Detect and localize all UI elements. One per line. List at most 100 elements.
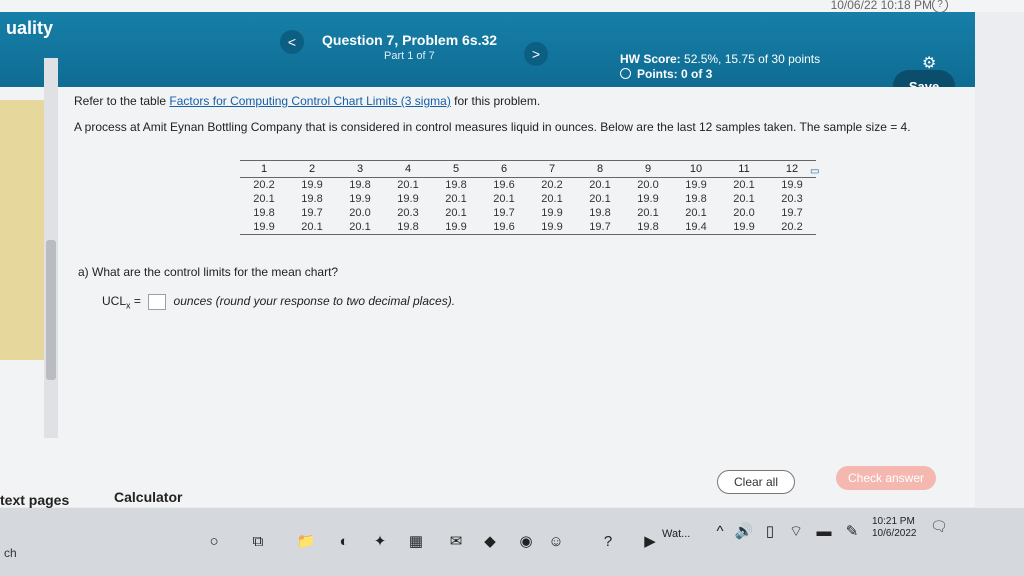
- table-cell: 19.9: [397, 193, 419, 205]
- table-cell: 20.1: [397, 179, 419, 191]
- table-cell: 20.1: [445, 207, 467, 219]
- table-cell: 20.3: [781, 193, 803, 205]
- table-cell: 20.1: [336, 220, 384, 235]
- ucl-label: UCL: [102, 294, 127, 309]
- problem-text: A process at Amit Eynan Bottling Company…: [74, 120, 911, 134]
- question-part: Part 1 of 7: [384, 50, 435, 62]
- edge-browser-icon[interactable]: ◐: [334, 532, 354, 552]
- table-cell: 19.8: [589, 207, 611, 219]
- chrome-icon[interactable]: ◉: [516, 532, 536, 552]
- intro-prefix: Refer to the table: [74, 94, 170, 108]
- check-answer-button[interactable]: Check answer: [836, 466, 936, 490]
- taskbar-time[interactable]: 10:21 PM: [872, 516, 915, 527]
- taskbar-date[interactable]: 10/6/2022: [872, 528, 917, 539]
- search-fragment[interactable]: ch: [4, 546, 17, 560]
- table-cell: 20.3: [397, 207, 419, 219]
- previous-question-button[interactable]: <: [280, 30, 304, 54]
- table-cell: 20.1: [733, 193, 755, 205]
- table-cell: 20.1: [589, 179, 611, 191]
- table-header: 9: [624, 160, 672, 178]
- table-header: 2: [288, 160, 336, 178]
- volume-icon[interactable]: 🔊: [734, 522, 754, 542]
- table-cell: 20.1: [685, 207, 707, 219]
- keyboard-icon[interactable]: ▬: [814, 522, 834, 542]
- table-cell: 19.7: [781, 207, 803, 219]
- hw-score-value: 52.5%, 15.75 of 30 points: [684, 52, 821, 66]
- ucl-equals: =: [130, 294, 141, 309]
- table-header: 12: [768, 160, 816, 178]
- table-cell: 20.1: [637, 207, 659, 219]
- discord-icon[interactable]: ☺: [546, 532, 566, 552]
- copy-table-icon[interactable]: ▭: [810, 166, 819, 177]
- windows-taskbar: ch ○ ⧉ 📁 ◐ ✦ ▦ ✉ ◆ ◉ ☺ ? ▶ Wat... ^ 🔊 ▯ …: [0, 508, 1024, 576]
- table-cell: 20.2: [541, 179, 563, 191]
- table-cell: 19.7: [576, 220, 624, 235]
- table-header: 7: [528, 160, 576, 178]
- table-header: 8: [576, 160, 624, 178]
- factors-table-link[interactable]: Factors for Computing Control Chart Limi…: [169, 94, 450, 108]
- table-cell: 20.1: [445, 193, 467, 205]
- table-row: 20.2 19.9 19.8 20.1 19.8 19.6 20.2 20.1 20.0 19.9…: [240, 178, 816, 193]
- cortana-circle-icon[interactable]: ○: [204, 532, 224, 552]
- table-cell: 19.9: [301, 179, 323, 191]
- table-cell: 19.9: [685, 179, 707, 191]
- left-highlight-strip: [0, 100, 44, 360]
- vscode-icon[interactable]: ✦: [370, 532, 390, 552]
- wifi-icon[interactable]: ⌔: [786, 522, 806, 542]
- mail-icon[interactable]: ✉: [446, 532, 466, 552]
- scrollbar-thumb[interactable]: [46, 240, 56, 380]
- table-cell: 19.7: [493, 207, 515, 219]
- table-header: 11: [720, 160, 768, 178]
- table-cell: 19.6: [493, 179, 515, 191]
- next-question-button[interactable]: >: [524, 42, 548, 66]
- table-cell: 20.1: [253, 193, 275, 205]
- table-cell: 19.9: [528, 220, 576, 235]
- table-cell: 19.4: [672, 220, 720, 235]
- table-cell: 19.6: [480, 220, 528, 235]
- system-top-strip: 10/06/22 10:18 PM ?: [0, 0, 1024, 13]
- text-pages-link[interactable]: text pages: [0, 492, 69, 508]
- table-header: 1: [240, 160, 288, 178]
- calculator-link[interactable]: Calculator: [114, 489, 182, 505]
- task-view-icon[interactable]: ⧉: [248, 532, 268, 552]
- table-cell: 19.7: [301, 207, 323, 219]
- help-app-icon[interactable]: ?: [598, 532, 618, 552]
- dropbox-icon[interactable]: ◆: [480, 532, 500, 552]
- clear-all-button[interactable]: Clear all: [717, 470, 795, 494]
- table-cell: 19.9: [240, 220, 288, 235]
- watch-app-label[interactable]: Wat...: [662, 528, 690, 540]
- battery-icon[interactable]: ▯: [760, 522, 780, 542]
- table-cell: 19.9: [541, 207, 563, 219]
- ucl-suffix: ounces (round your response to two decim…: [173, 294, 456, 309]
- points-label: Points: 0 of 3: [637, 67, 713, 81]
- table-cell: 19.8: [445, 179, 467, 191]
- question-title: Question 7, Problem 6s.32: [322, 32, 498, 48]
- hw-score: HW Score: 52.5%, 15.75 of 30 points: [620, 52, 820, 66]
- store-icon[interactable]: ▦: [406, 532, 426, 552]
- table-cell: 19.8: [624, 220, 672, 235]
- table-header-row: 1 2 3 4 5 6 7 8 9 10 11 12: [240, 160, 816, 178]
- table-header: 6: [480, 160, 528, 178]
- watch-app-icon[interactable]: ▶: [640, 532, 660, 552]
- ucl-answer-input[interactable]: [148, 294, 167, 310]
- table-cell: 20.1: [733, 179, 755, 191]
- table-row: 19.9 20.1 20.1 19.8 19.9 19.6 19.9 19.7 19.8 19.4…: [240, 220, 816, 235]
- pen-icon[interactable]: ✎: [842, 522, 862, 542]
- samples-table: 1 2 3 4 5 6 7 8 9 10 11 12 20.2 19.9 19.8 2…: [240, 160, 816, 235]
- question-header: uality < Question 7, Problem 6s.32 Part …: [0, 12, 975, 87]
- table-cell: 20.1: [541, 193, 563, 205]
- table-cell: 19.9: [781, 179, 803, 191]
- file-explorer-icon[interactable]: 📁: [296, 532, 316, 552]
- table-cell: 19.9: [349, 193, 371, 205]
- table-header: 4: [384, 160, 432, 178]
- table-cell: 20.0: [733, 207, 755, 219]
- table-cell: 20.1: [589, 193, 611, 205]
- points: Points: 0 of 3: [620, 67, 712, 81]
- table-row: 19.8 19.7 20.0 20.3 20.1 19.7 19.9 19.8 20.1 20.1…: [240, 206, 816, 220]
- part-a-question: a) What are the control limits for the m…: [78, 265, 339, 279]
- tray-chevron-icon[interactable]: ^: [710, 522, 730, 542]
- notification-icon[interactable]: 🗨: [930, 518, 948, 535]
- table-cell: 19.8: [253, 207, 275, 219]
- table-header: 3: [336, 160, 384, 178]
- course-brand: uality: [6, 18, 54, 38]
